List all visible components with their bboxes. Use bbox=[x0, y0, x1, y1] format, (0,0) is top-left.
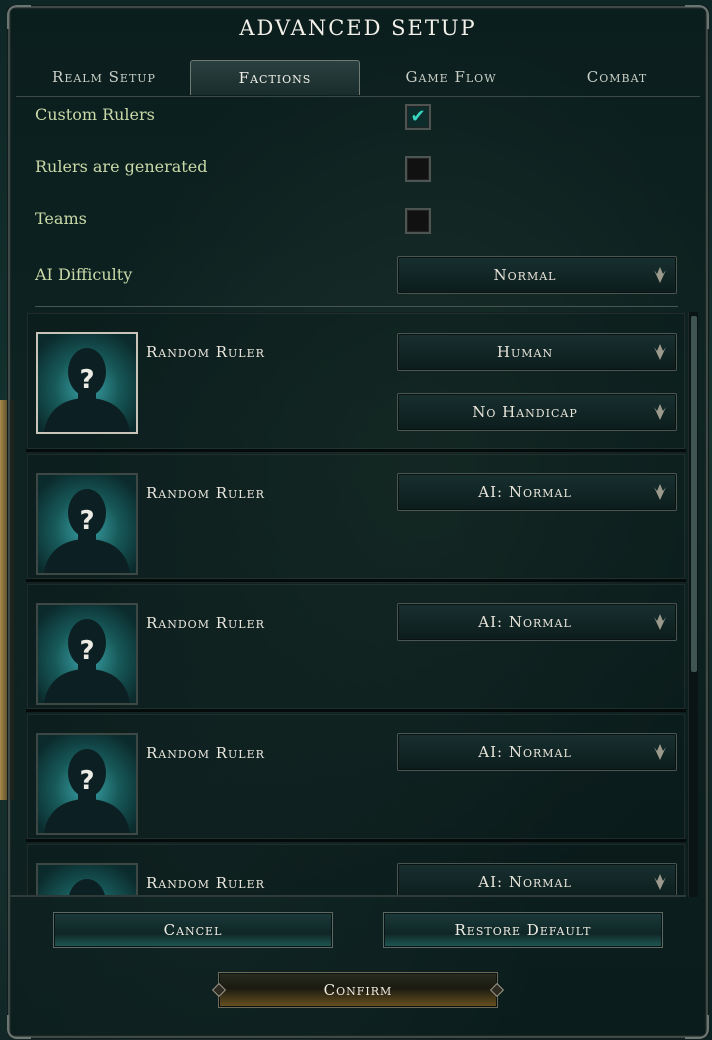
ai-difficulty-dropdown[interactable]: Normal bbox=[397, 256, 677, 294]
scrollbar-thumb[interactable] bbox=[691, 316, 697, 672]
card-separator bbox=[26, 579, 686, 582]
footer-divider bbox=[10, 895, 686, 897]
svg-text:?: ? bbox=[79, 365, 94, 395]
ruler-card: ? Random Ruler AI: Normal bbox=[26, 713, 686, 840]
restore-default-button[interactable]: Restore Default bbox=[383, 912, 663, 948]
ruler-portrait[interactable]: ? bbox=[36, 733, 138, 835]
ruler-type-dropdown[interactable]: AI: Normal bbox=[397, 733, 677, 771]
ruler-name: Random Ruler bbox=[146, 874, 265, 892]
ruler-list[interactable]: ? Random Ruler Human No Handicap ? Rando… bbox=[26, 312, 698, 897]
svg-text:?: ? bbox=[79, 766, 94, 796]
chevron-down-icon bbox=[654, 614, 666, 630]
cancel-button[interactable]: Cancel bbox=[53, 912, 333, 948]
unknown-person-icon: ? bbox=[44, 619, 130, 703]
chevron-down-icon bbox=[654, 744, 666, 760]
ruler-name: Random Ruler bbox=[146, 484, 265, 502]
section-divider bbox=[35, 306, 678, 307]
ruler-type-value: AI: Normal bbox=[478, 613, 572, 631]
ai-difficulty-value: Normal bbox=[493, 266, 557, 284]
chevron-down-icon bbox=[654, 267, 666, 283]
svg-text:?: ? bbox=[79, 506, 94, 536]
ruler-type-value: AI: Normal bbox=[478, 483, 572, 501]
chevron-down-icon bbox=[654, 404, 666, 420]
chevron-down-icon bbox=[654, 484, 666, 500]
ruler-name: Random Ruler bbox=[146, 744, 265, 762]
tab-realm-setup[interactable]: Realm Setup bbox=[24, 60, 184, 94]
teams-label: Teams bbox=[35, 209, 87, 228]
rulers-generated-checkbox[interactable] bbox=[405, 156, 431, 182]
list-scrollbar[interactable] bbox=[688, 312, 698, 897]
tab-bar: Realm Setup Factions Game Flow Combat bbox=[16, 56, 700, 97]
ruler-type-dropdown[interactable]: AI: Normal bbox=[397, 473, 677, 511]
unknown-person-icon: ? bbox=[44, 749, 130, 833]
ruler-card: ? Random Ruler Human No Handicap bbox=[26, 312, 686, 450]
card-separator bbox=[26, 839, 686, 842]
dialog-title: ADVANCED SETUP bbox=[239, 16, 477, 40]
unknown-person-icon: ? bbox=[44, 348, 130, 432]
corner-ornament bbox=[685, 1015, 709, 1039]
ruler-type-dropdown[interactable]: AI: Normal bbox=[397, 603, 677, 641]
ruler-card: ? Random Ruler AI: Normal bbox=[26, 843, 686, 897]
custom-rulers-label: Custom Rulers bbox=[35, 105, 155, 124]
ruler-card: ? Random Ruler AI: Normal bbox=[26, 453, 686, 580]
tab-factions[interactable]: Factions bbox=[190, 60, 360, 95]
chevron-down-icon bbox=[654, 344, 666, 360]
confirm-button[interactable]: Confirm bbox=[218, 972, 498, 1008]
ruler-type-value: Human bbox=[496, 343, 554, 361]
ruler-portrait[interactable]: ? bbox=[36, 603, 138, 705]
chevron-down-icon bbox=[654, 874, 666, 890]
checkmark-icon: ✔ bbox=[410, 106, 426, 127]
card-separator bbox=[26, 709, 686, 712]
ruler-type-value: AI: Normal bbox=[478, 743, 572, 761]
ruler-portrait[interactable]: ? bbox=[36, 332, 138, 434]
ruler-portrait[interactable]: ? bbox=[36, 863, 138, 897]
unknown-person-icon: ? bbox=[68, 879, 106, 897]
ruler-card: ? Random Ruler AI: Normal bbox=[26, 583, 686, 710]
ruler-handicap-dropdown[interactable]: No Handicap bbox=[397, 393, 677, 431]
confirm-label: Confirm bbox=[323, 981, 393, 999]
ruler-name: Random Ruler bbox=[146, 614, 265, 632]
corner-ornament bbox=[7, 1015, 31, 1039]
unknown-person-icon: ? bbox=[44, 489, 130, 573]
ruler-handicap-value: No Handicap bbox=[472, 403, 578, 421]
card-separator bbox=[26, 449, 686, 452]
teams-checkbox[interactable] bbox=[405, 208, 431, 234]
custom-rulers-checkbox[interactable]: ✔ bbox=[405, 104, 431, 130]
ruler-name: Random Ruler bbox=[146, 343, 265, 361]
ruler-portrait[interactable]: ? bbox=[36, 473, 138, 575]
ruler-type-value: AI: Normal bbox=[478, 873, 572, 891]
ruler-type-dropdown[interactable]: Human bbox=[397, 333, 677, 371]
ruler-type-dropdown[interactable]: AI: Normal bbox=[397, 863, 677, 897]
ai-difficulty-label: AI Difficulty bbox=[35, 265, 133, 284]
tab-game-flow[interactable]: Game Flow bbox=[366, 60, 536, 94]
rulers-generated-label: Rulers are generated bbox=[35, 157, 208, 176]
tab-combat[interactable]: Combat bbox=[542, 60, 692, 94]
svg-text:?: ? bbox=[79, 636, 94, 666]
